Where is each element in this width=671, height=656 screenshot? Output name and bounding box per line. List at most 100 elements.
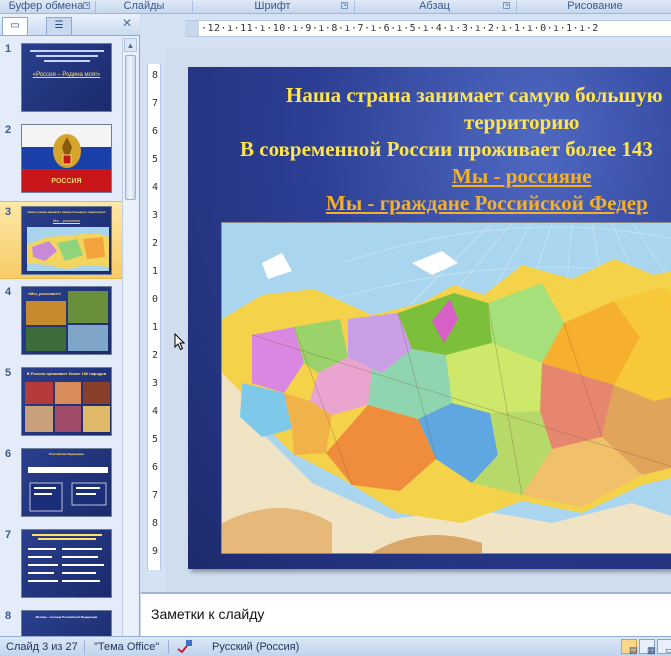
scrollbar-thumb[interactable]: [125, 55, 136, 200]
ribbon-group-clipboard-label: Буфер обмена: [8, 0, 84, 12]
ruler-margin: [185, 21, 199, 36]
slide-preview: Российская Федерация: [21, 448, 112, 517]
ribbon-separator: [516, 1, 517, 13]
slide-number: 5: [5, 367, 12, 379]
ruler-tick-label: 7: [151, 490, 159, 501]
slide-thumbnails: 1 «Россия – Родина моя!» 2 РОССИЯ 3 Наша…: [0, 37, 122, 636]
slides-tab-icon: ▭: [10, 20, 20, 31]
ribbon-group-slides-label: Слайды: [123, 0, 165, 12]
ruler-tick-label: 6: [151, 462, 159, 473]
text-list-image: [28, 534, 104, 582]
ruler-tick-label: 3: [151, 210, 159, 221]
outline-tab-icon: ☰: [54, 20, 64, 31]
slide-preview-subtitle: Мы - россияне: [52, 218, 81, 223]
ruler-tick-label: 6: [151, 126, 159, 137]
ruler-tick-label: 2: [151, 238, 159, 249]
slide-link-russians[interactable]: Мы - россияне: [452, 164, 591, 189]
ribbon-group-font[interactable]: Шрифт ↘: [195, 0, 350, 13]
ruler-strip: 8 7 6 5 4 3 2 1 0 1 2 3 4 5 6 7 8 9: [147, 64, 161, 570]
slide-canvas[interactable]: Наша страна занимает самую большую терри…: [188, 67, 671, 569]
slide-title-line-3[interactable]: В современной России проживает более 143: [240, 137, 653, 162]
slide-preview-title: В России проживает более 180 народов: [26, 371, 107, 376]
slide-thumbnail-5[interactable]: 5 В России проживает более 180 народов: [0, 363, 122, 441]
ruler-tick-label: 0: [151, 294, 159, 305]
tab-outline[interactable]: ☰: [46, 17, 72, 35]
slide-number: 2: [5, 124, 12, 136]
slide-number: 6: [5, 448, 12, 460]
normal-view-icon: ▤: [629, 645, 638, 655]
slides-pane-scrollbar[interactable]: ▲: [122, 37, 138, 636]
slideshow-button[interactable]: ▭: [657, 639, 671, 655]
ribbon-group-slides[interactable]: Слайды: [98, 0, 190, 13]
spellcheck-icon-graphic: [177, 640, 192, 654]
spellcheck-icon[interactable]: [176, 639, 194, 656]
horizontal-ruler: ·12·ı·11·ı·10·ı·9·ı·8·ı·7·ı·6·ı·5·ı·4·ı·…: [141, 14, 671, 48]
language-indicator[interactable]: Русский (Россия): [212, 641, 299, 653]
slide-sorter-icon: ▦: [647, 645, 656, 655]
slide-title-line-2[interactable]: территорию: [464, 110, 579, 135]
slide-thumbnail-2[interactable]: 2 РОССИЯ: [0, 120, 122, 198]
notes-pane[interactable]: Заметки к слайду: [141, 592, 671, 636]
ribbon-group-font-label: Шрифт: [254, 0, 291, 12]
photo-collage-image: [26, 291, 108, 351]
slide-thumbnail-3-selected[interactable]: 3 Наша страна занимает самую большую тер…: [0, 201, 122, 279]
dialog-launcher-icon[interactable]: ↘: [83, 2, 90, 9]
russia-map-image: [27, 227, 109, 271]
slide-preview-subtitle: РОССИЯ: [51, 178, 82, 185]
ribbon-separator: [354, 1, 355, 13]
ruler-strip: ·12·ı·11·ı·10·ı·9·ı·8·ı·7·ı·6·ı·5·ı·4·ı·…: [185, 20, 671, 37]
close-icon[interactable]: ✕: [122, 16, 132, 30]
powerpoint-window: Буфер обмена ↘ Слайды Шрифт ↘ Абзац ↘ Ри…: [0, 0, 671, 656]
notes-placeholder[interactable]: Заметки к слайду: [151, 606, 264, 622]
slide-preview-title: Российская Федерация: [49, 452, 84, 456]
people-photos-image: [25, 382, 110, 432]
theme-name[interactable]: "Тема Office": [94, 641, 159, 653]
slide-number: 7: [5, 529, 12, 541]
ruler-tick-label: 8: [151, 70, 159, 81]
status-divider: [84, 640, 85, 654]
vertical-ruler: 8 7 6 5 4 3 2 1 0 1 2 3 4 5 6 7 8 9: [141, 48, 165, 592]
ruler-tick-label: 4: [151, 182, 159, 193]
slide-thumbnail-4[interactable]: 4 «Мы, россияне!»: [0, 282, 122, 360]
slide-thumbnail-1[interactable]: 1 «Россия – Родина моя!»: [0, 39, 122, 117]
slide-preview: Наша страна занимает самую большую терри…: [21, 206, 112, 275]
russia-political-map[interactable]: [221, 222, 671, 554]
slide-thumbnail-6[interactable]: 6 Российская Федерация: [0, 444, 122, 522]
normal-view-button[interactable]: ▤: [621, 639, 638, 655]
slide-preview: «Россия – Родина моя!»: [21, 43, 112, 112]
ruler-tick-label: 4: [151, 406, 159, 417]
ribbon-group-clipboard[interactable]: Буфер обмена ↘: [0, 0, 92, 13]
ruler-tick-label: 8: [151, 518, 159, 529]
dialog-launcher-icon[interactable]: ↘: [503, 2, 510, 9]
slide-preview-title: «Мы, россияне!»: [27, 291, 62, 296]
ribbon-group-drawing-label: Рисование: [567, 0, 623, 12]
slide-preview-title: Москва - столица Российской Федерации: [35, 615, 98, 619]
ruler-tick-label: 2: [151, 350, 159, 361]
slide-number: 8: [5, 610, 12, 622]
ruler-tick-label: 5: [151, 154, 159, 165]
dialog-launcher-icon[interactable]: ↘: [341, 2, 348, 9]
status-divider: [168, 640, 169, 654]
slide-preview-title: Наша страна занимает самую большую терри…: [27, 210, 106, 214]
ribbon-group-paragraph[interactable]: Абзац ↘: [357, 0, 512, 13]
slide-thumbnail-7[interactable]: 7: [0, 525, 122, 603]
ribbon-separator: [192, 1, 193, 13]
mouse-cursor-icon: [174, 333, 186, 351]
slide-number: 3: [5, 206, 12, 218]
ribbon-separator: [95, 1, 96, 13]
tab-slides[interactable]: ▭: [2, 17, 28, 35]
diagram-image: [28, 467, 108, 512]
slide-number: 1: [5, 43, 12, 55]
slide-preview-title: [26, 48, 107, 65]
ribbon-group-drawing[interactable]: Рисование: [519, 0, 671, 13]
slide-link-citizens[interactable]: Мы - граждане Российской Федер: [326, 191, 648, 216]
scroll-up-icon[interactable]: ▲: [124, 38, 137, 52]
slide-number: 4: [5, 286, 12, 298]
slide-preview: РОССИЯ: [21, 124, 112, 193]
slide-thumbnail-8[interactable]: 8 Москва - столица Российской Федерации: [0, 606, 122, 636]
ruler-tick-label: 3: [151, 378, 159, 389]
slide-sorter-button[interactable]: ▦: [639, 639, 656, 655]
slide-title-line-1[interactable]: Наша страна занимает самую большую: [286, 83, 663, 108]
ruler-tick-label: 5: [151, 434, 159, 445]
ruler-tick-label: 1: [151, 322, 159, 333]
